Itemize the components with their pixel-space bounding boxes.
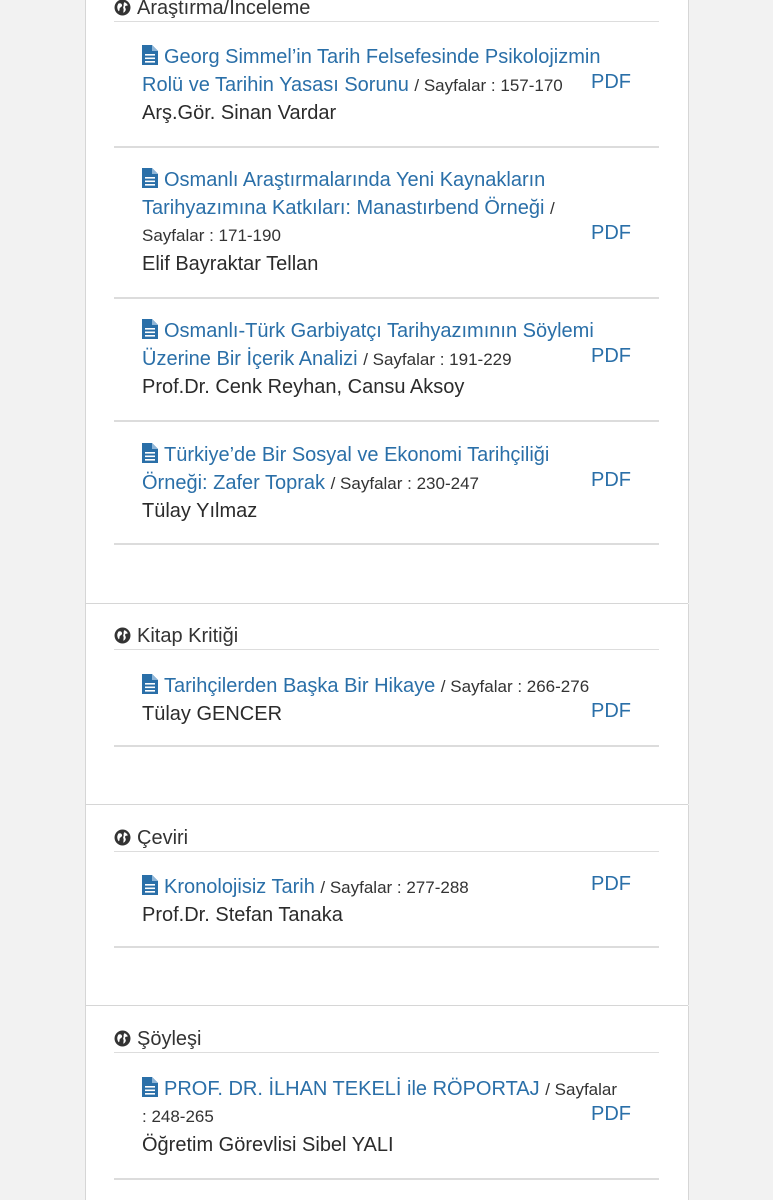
article-author: Tülay Yılmaz: [142, 500, 258, 522]
document-icon: [142, 319, 158, 339]
section-header-book-review: Kitap Kritiği: [114, 625, 659, 650]
page-range: / Sayfalar : 230-247: [330, 474, 479, 493]
article-title-link[interactable]: Osmanlı Araştırmalarında Yeni Kaynakları…: [164, 169, 545, 191]
article-author: Arş.Gör. Sinan Vardar: [142, 102, 337, 124]
article-title-link[interactable]: Örneği: Zafer Toprak: [142, 472, 325, 494]
section-title: Şöyleşi: [137, 1028, 202, 1050]
article-divider: [114, 745, 659, 747]
globe-icon: [114, 627, 131, 644]
pdf-link[interactable]: PDF: [591, 222, 631, 245]
document-icon: [142, 674, 158, 694]
page-range-label: / Sayfalar: [545, 1080, 618, 1099]
article-title-link[interactable]: PROF. DR. İLHAN TEKELİ ile RÖPORTAJ: [164, 1078, 540, 1100]
globe-icon: [114, 829, 131, 846]
article-divider: [114, 946, 659, 948]
globe-icon: [114, 1030, 131, 1047]
page-range: / Sayfalar : 157-170: [414, 76, 563, 95]
section-title: Çeviri: [137, 827, 189, 849]
article-divider: [114, 543, 659, 545]
document-icon: [142, 875, 158, 895]
pdf-link[interactable]: PDF: [591, 700, 631, 723]
page-range: / Sayfalar : 266-276: [440, 677, 590, 696]
page-range: Sayfalar : 171-190: [142, 226, 281, 245]
document-icon: [142, 168, 158, 188]
article-title-link[interactable]: Kronolojisiz Tarih: [164, 876, 315, 898]
page-range: / Sayfalar : 191-229: [363, 350, 512, 369]
pdf-link[interactable]: PDF: [591, 1103, 631, 1126]
page-range-separator: /: [549, 199, 555, 218]
article-title-link[interactable]: Üzerine Bir İçerik Analizi: [142, 348, 358, 370]
article-divider: [114, 297, 659, 299]
article-author: Tülay GENCER: [142, 703, 283, 725]
section-header-interview: Şöyleşi: [114, 1028, 659, 1053]
article-divider: [114, 146, 659, 148]
article-author: Prof.Dr. Cenk Reyhan, Cansu Aksoy: [142, 376, 465, 398]
article-author: Prof.Dr. Stefan Tanaka: [142, 904, 343, 926]
pdf-link[interactable]: PDF: [591, 873, 631, 896]
section-header-translation: Çeviri: [114, 827, 659, 852]
article-title-link[interactable]: Tarihçilerden Başka Bir Hikaye: [164, 675, 435, 697]
section-title: Kitap Kritiği: [137, 625, 239, 647]
article-divider: [114, 1178, 659, 1180]
document-icon: [142, 1077, 158, 1097]
article-title-link[interactable]: Rolü ve Tarihin Yasası Sorunu: [142, 74, 409, 96]
section-title: Araştırma/İnceleme: [137, 0, 311, 19]
article-title-link[interactable]: Tarihyazımına Katkıları: Manastırbend Ör…: [142, 197, 544, 219]
pdf-link[interactable]: PDF: [591, 469, 631, 492]
article-title-link[interactable]: Georg Simmel’in Tarih Felsefesinde Psiko…: [164, 46, 600, 68]
pdf-link[interactable]: PDF: [591, 71, 631, 94]
article-author: Elif Bayraktar Tellan: [142, 253, 319, 275]
document-icon: [142, 443, 158, 463]
article-divider: [114, 420, 659, 422]
pdf-link[interactable]: PDF: [591, 345, 631, 368]
page-range: : 248-265: [142, 1107, 214, 1126]
article-author: Öğretim Görevlisi Sibel YALI: [142, 1134, 394, 1156]
article-title-link[interactable]: Osmanlı-Türk Garbiyatçı Tarihyazımının S…: [164, 320, 594, 342]
article-list-page: Araştırma/İnceleme Georg Simmel’in Tarih…: [0, 0, 773, 1200]
globe-icon: [114, 0, 131, 16]
document-icon: [142, 45, 158, 65]
section-header-research: Araştırma/İnceleme: [114, 0, 659, 22]
page-range: / Sayfalar : 277-288: [320, 878, 469, 897]
article-title-link[interactable]: Türkiye’de Bir Sosyal ve Ekonomi Tarihçi…: [164, 444, 549, 466]
